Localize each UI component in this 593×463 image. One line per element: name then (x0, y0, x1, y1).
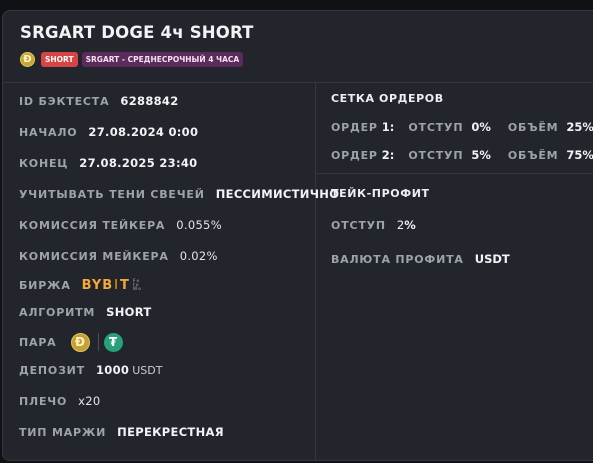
header-divider (3, 82, 593, 83)
leverage-label: ПЛЕЧО (19, 394, 68, 408)
margin-type-label: ТИП МАРЖИ (19, 425, 107, 439)
end-value: 27.08.2025 23:40 (79, 156, 198, 170)
algorithm-value: SHORT (106, 305, 152, 319)
order-label: ОРДЕР (331, 148, 378, 162)
candle-shadows-row: УЧИТЫВАТЬ ТЕНИ СВЕЧЕЙ ПЕССИМИСТИЧНО (19, 184, 339, 204)
deposit-value: 1000 (96, 363, 130, 377)
usdt-coin-icon: ₮ (103, 332, 123, 352)
tp-offset-row: ОТСТУП 2 % (331, 216, 416, 234)
start-row: НАЧАЛО 27.08.2024 0:00 (19, 122, 198, 142)
deposit-label: ДЕПОЗИТ (19, 363, 85, 377)
take-profit-title: ТЕЙК-ПРОФИТ (331, 187, 430, 200)
deposit-row: ДЕПОЗИТ 1000 USDT (19, 360, 162, 380)
offset-unit: % (479, 148, 491, 162)
order-grid-title: СЕТКА ОРДЕРОВ (331, 92, 444, 105)
tp-offset-unit: % (404, 218, 416, 232)
offset-label: ОТСТУП (408, 148, 464, 162)
algorithm-label: АЛГОРИТМ (19, 305, 96, 319)
exchange-row: БИРЖА BYB I T Fo to Wo (19, 275, 142, 295)
offset-unit: % (479, 120, 491, 134)
taker-fee-value: 0.055 (176, 218, 211, 232)
exchange-label: БИРЖА (19, 278, 71, 292)
offset-value: 5 (471, 148, 480, 162)
backtest-card: SRGART DOGE 4ч SHORT Ð SHORT SRGART - СР… (2, 10, 593, 461)
order-index: 2: (381, 148, 395, 162)
order-index: 1: (381, 120, 395, 134)
backtest-id-row: ID БЭКТЕСТА 6288842 (19, 91, 179, 111)
strategy-tag[interactable]: SRGART - СРЕДНЕСРОЧНЫЙ 4 ЧАСА (81, 52, 244, 67)
volume-label: ОБЪЁМ (507, 148, 559, 162)
leverage-prefix: x (78, 394, 86, 408)
margin-type-value: ПЕРЕКРЕСТНАЯ (117, 425, 224, 439)
offset-label: ОТСТУП (408, 120, 464, 134)
taker-fee-label: КОМИССИЯ ТЕЙКЕРА (19, 218, 166, 232)
candle-shadows-value: ПЕССИМИСТИЧНО (215, 187, 340, 201)
margin-type-row: ТИП МАРЖИ ПЕРЕКРЕСТНАЯ (19, 422, 224, 442)
pair-separator (97, 333, 99, 351)
algorithm-row: АЛГОРИТМ SHORT (19, 302, 152, 322)
offset-value: 0 (471, 120, 480, 134)
order-label: ОРДЕР (331, 120, 378, 134)
pair-row: ПАРА Ð ₮ (19, 331, 123, 353)
maker-fee-value: 0.02 (179, 249, 207, 263)
backtest-id-value: 6288842 (120, 94, 179, 108)
tp-offset-label: ОТСТУП (331, 218, 386, 232)
maker-fee-row: КОМИССИЯ МЕЙКЕРА 0.02 % (19, 246, 218, 266)
short-tag: SHORT (41, 52, 78, 67)
end-row: КОНЕЦ 27.08.2025 23:40 (19, 153, 197, 173)
tp-offset-value: 2 (396, 218, 405, 232)
taker-fee-row: КОМИССИЯ ТЕЙКЕРА 0.055 % (19, 215, 222, 235)
bybit-logo-mid: I (114, 277, 120, 293)
bybit-sub-3: Wo (132, 286, 142, 291)
start-value: 27.08.2024 0:00 (88, 125, 199, 139)
pair-label: ПАРА (19, 335, 57, 349)
profit-currency-label: ВАЛЮТА ПРОФИТА (331, 252, 464, 266)
profit-currency-row: ВАЛЮТА ПРОФИТА USDT (331, 250, 510, 268)
volume-value: 25 (566, 120, 583, 134)
candle-shadows-label: УЧИТЫВАТЬ ТЕНИ СВЕЧЕЙ (19, 187, 205, 201)
end-label: КОНЕЦ (19, 156, 69, 170)
order-row-2: ОРДЕР 2: ОТСТУП 5 % ОБЪЁМ 75 % (331, 146, 593, 164)
volume-label: ОБЪЁМ (507, 120, 559, 134)
tag-row: Ð SHORT SRGART - СРЕДНЕСРОЧНЫЙ 4 ЧАСА (20, 52, 244, 67)
volume-unit: % (582, 148, 593, 162)
page-title: SRGART DOGE 4ч SHORT (20, 23, 254, 42)
column-divider (315, 83, 316, 460)
start-label: НАЧАЛО (19, 125, 78, 139)
maker-fee-unit: % (206, 249, 218, 263)
leverage-value: 20 (85, 394, 101, 408)
section-divider (316, 173, 593, 174)
leverage-row: ПЛЕЧО x 20 (19, 391, 100, 411)
order-row-1: ОРДЕР 1: ОТСТУП 0 % ОБЪЁМ 25 % (331, 118, 593, 136)
bybit-logo-right: T (120, 277, 130, 293)
profit-currency-value: USDT (474, 252, 510, 266)
bybit-logo-sub: Fo to Wo (133, 279, 142, 291)
maker-fee-label: КОМИССИЯ МЕЙКЕРА (19, 249, 169, 263)
doge-coin-icon: Ð (70, 332, 90, 352)
bybit-logo: BYB I T Fo to Wo (82, 278, 142, 293)
backtest-id-label: ID БЭКТЕСТА (19, 94, 110, 108)
deposit-unit: USDT (132, 363, 163, 377)
doge-coin-icon: Ð (20, 52, 35, 67)
bybit-logo-left: BYB (81, 277, 114, 293)
volume-unit: % (582, 120, 593, 134)
volume-value: 75 (566, 148, 583, 162)
taker-fee-unit: % (210, 218, 222, 232)
